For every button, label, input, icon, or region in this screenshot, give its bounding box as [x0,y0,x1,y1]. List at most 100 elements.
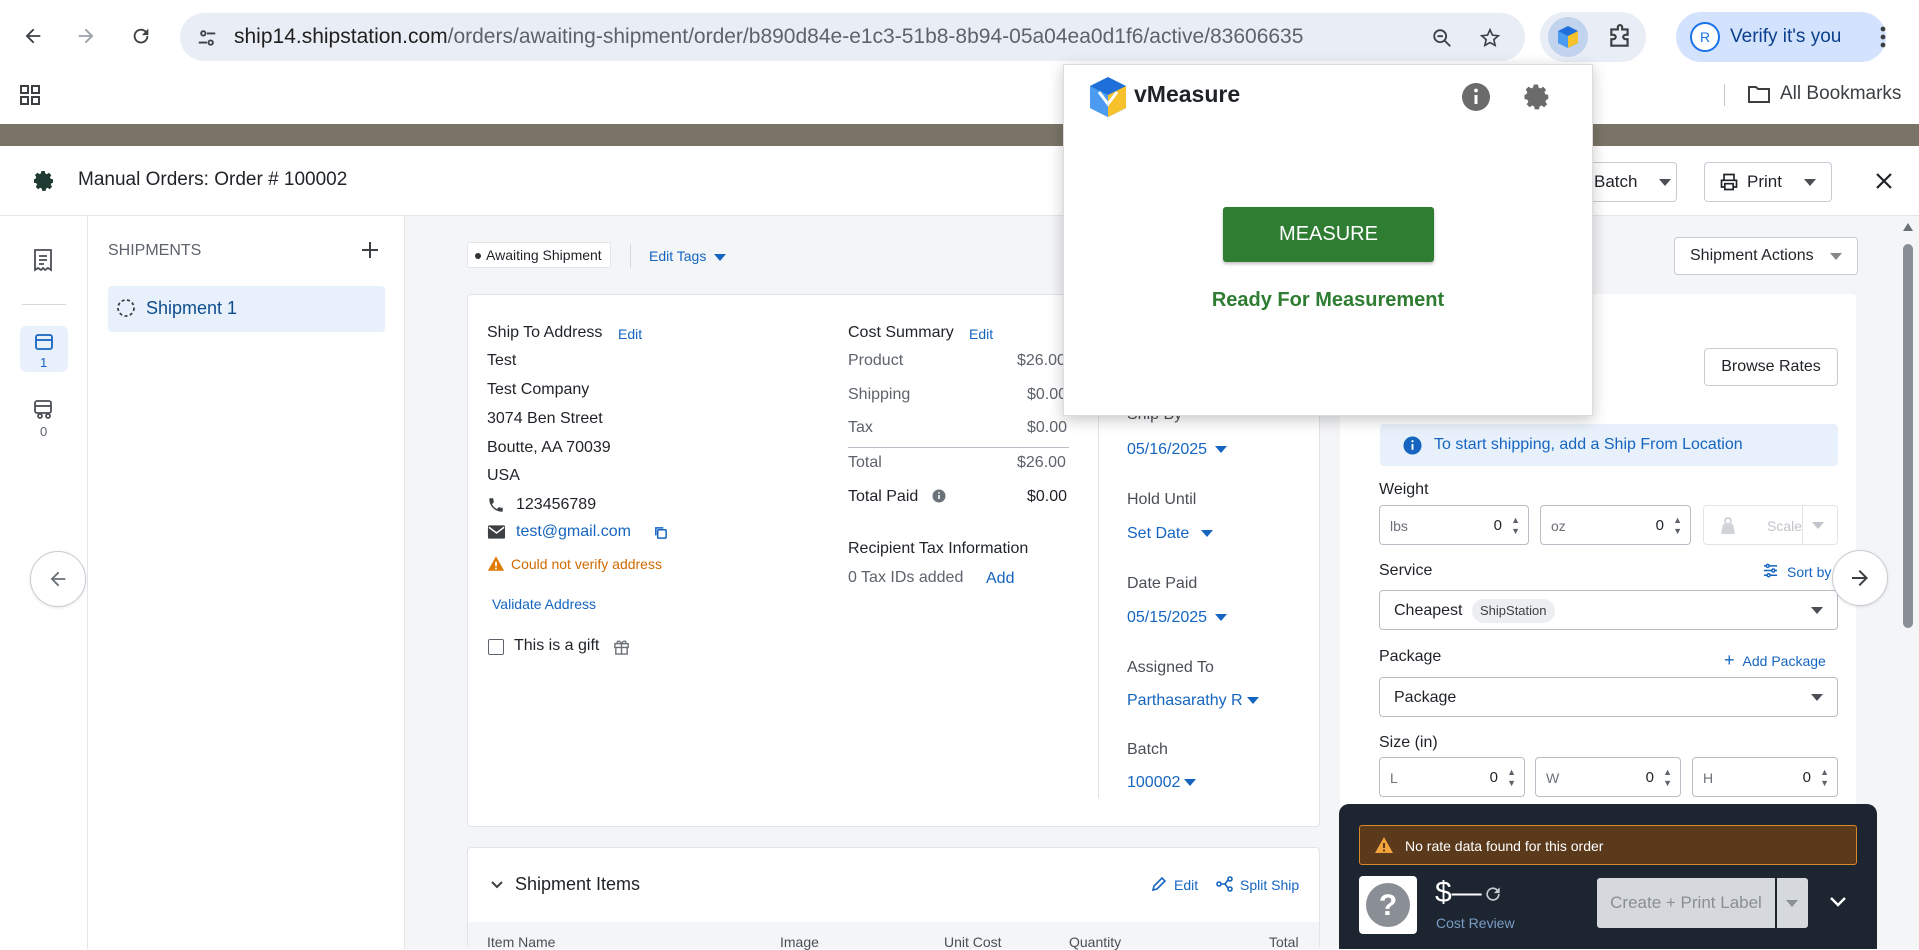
browse-rates-button[interactable]: Browse Rates [1704,348,1838,386]
cost-row-label: Product [848,352,904,369]
edit-tags-link[interactable]: Edit Tags [649,248,727,264]
weight-oz-input[interactable]: oz 0 ▲ ▼ [1540,505,1691,545]
stepper-icon[interactable]: ▲ ▼ [1511,515,1520,537]
gift-checkbox[interactable] [488,639,504,655]
profile-verify-button[interactable]: R Verify it's you [1676,12,1886,62]
recipient-email-link[interactable]: test@gmail.com [516,523,631,541]
recipient-company: Test Company [487,381,590,398]
package-select[interactable]: Package [1379,677,1838,717]
svg-text:?: ? [1379,889,1397,922]
validate-address-link[interactable]: Validate Address [492,596,596,612]
info-icon[interactable] [932,489,946,503]
shipment-items-heading: Shipment Items [515,874,641,894]
stepper-icon[interactable]: ▲ ▼ [1673,515,1682,537]
print-label: Print [1747,172,1782,191]
stepper-icon[interactable]: ▲ ▼ [1663,767,1672,789]
add-shipment-icon[interactable] [361,241,379,259]
puzzle-extensions-icon[interactable] [1607,24,1633,50]
column-header: Image [780,934,819,950]
create-label-menu-button[interactable] [1777,878,1808,928]
package-icon [34,333,54,351]
cost-divider [848,447,1069,448]
scale-button[interactable]: Scale [1703,505,1838,545]
chevron-down-icon [1803,178,1816,186]
service-select[interactable]: Cheapest ShipStation [1379,590,1838,630]
scroll-up-icon [1903,223,1913,231]
split-icon [1216,876,1233,892]
edit-items-link[interactable]: Edit [1174,877,1198,893]
bookmark-star-icon[interactable] [1479,27,1501,49]
add-package-link[interactable]: + Add Package [1724,650,1826,671]
measure-status: Ready For Measurement [1211,289,1445,311]
status-dot [475,253,481,259]
back-icon[interactable] [19,22,47,50]
copy-icon[interactable] [653,525,668,540]
stepper-icon[interactable]: ▲ ▼ [1507,767,1516,789]
settings-gear-icon[interactable] [1522,82,1552,112]
carrier-logo: ? [1359,876,1417,934]
vmeasure-extension-icon[interactable] [1548,17,1588,57]
measure-button[interactable]: MEASURE [1223,207,1434,262]
chevron-down-icon [1215,446,1228,454]
shipment-actions-button[interactable]: Shipment Actions [1674,237,1858,275]
height-input[interactable]: H 0 ▲ ▼ [1692,757,1838,797]
print-button[interactable]: Print [1704,162,1832,202]
refresh-icon[interactable] [1483,884,1503,904]
column-header: Quantity [1069,934,1122,950]
edit-address-link[interactable]: Edit [618,326,642,342]
chevron-down-icon[interactable] [490,880,504,890]
length-input[interactable]: L 0 ▲ ▼ [1379,757,1525,797]
chevron-down-icon [1812,522,1824,529]
scrollbar[interactable] [1902,222,1914,949]
shipment-label: Shipment 1 [146,298,238,318]
assigned-to-value[interactable]: Parthasarathy R [1127,692,1259,710]
page-banner [0,124,1919,146]
ship-by-date[interactable]: 05/16/2025 [1127,441,1228,459]
folder-icon [1748,85,1770,103]
lbs-unit: lbs [1390,518,1408,534]
cost-review-link[interactable]: Cost Review [1436,915,1515,931]
stepper-icon[interactable]: ▲ ▼ [1820,767,1829,789]
url-text[interactable]: ship14.shipstation.com/orders/awaiting-s… [234,25,1303,49]
hold-until-date[interactable]: Set Date [1127,525,1214,543]
sort-by-link[interactable]: Sort by [1787,564,1831,580]
batch-label: Batch [1594,172,1638,191]
reload-icon[interactable] [127,22,155,50]
height-unit: H [1703,770,1714,786]
site-settings-icon[interactable] [196,27,218,49]
menu-dots-icon[interactable] [1878,25,1888,49]
close-icon[interactable] [1874,171,1894,191]
add-tax-id-link[interactable]: Add [986,570,1014,588]
previous-order-button[interactable] [30,551,86,607]
avatar: R [1690,22,1720,52]
receipt-icon[interactable] [33,248,53,272]
width-input[interactable]: W 0 ▲ ▼ [1535,757,1681,797]
split-ship-link[interactable]: Split Ship [1240,877,1299,893]
gear-icon[interactable] [32,169,56,193]
scrollbar-thumb[interactable] [1903,244,1913,628]
next-order-button[interactable] [1832,550,1888,606]
dashed-circle-icon [116,298,136,318]
status-tag-label: Awaiting Shipment [486,247,602,263]
lbs-value: 0 [1493,517,1502,534]
all-bookmarks[interactable]: All Bookmarks [1748,83,1901,105]
date-paid-value[interactable]: 05/15/2025 [1127,609,1228,627]
edit-cost-link[interactable]: Edit [969,326,993,342]
zoom-icon[interactable] [1431,27,1453,49]
address-warning: Could not verify address [511,556,662,572]
weight-label: Weight [1379,481,1429,498]
length-unit: L [1390,770,1398,786]
apps-grid-icon[interactable] [19,84,41,106]
chevron-down-icon[interactable] [1829,896,1847,908]
create-print-label-button[interactable]: Create + Print Label [1597,878,1775,928]
truck-icon[interactable] [32,399,56,419]
info-icon[interactable] [1461,82,1491,112]
forward-icon[interactable] [72,22,100,50]
cost-row-label: Shipping [848,386,911,403]
batch-value[interactable]: 100002 [1127,774,1197,792]
status-badge: Awaiting Shipment [467,242,611,268]
bookmark-divider [1724,84,1725,106]
rate-warning-text: No rate data found for this order [1405,838,1604,854]
weight-lbs-input[interactable]: lbs 0 ▲ ▼ [1379,505,1529,545]
chevron-down-icon [1659,178,1672,186]
